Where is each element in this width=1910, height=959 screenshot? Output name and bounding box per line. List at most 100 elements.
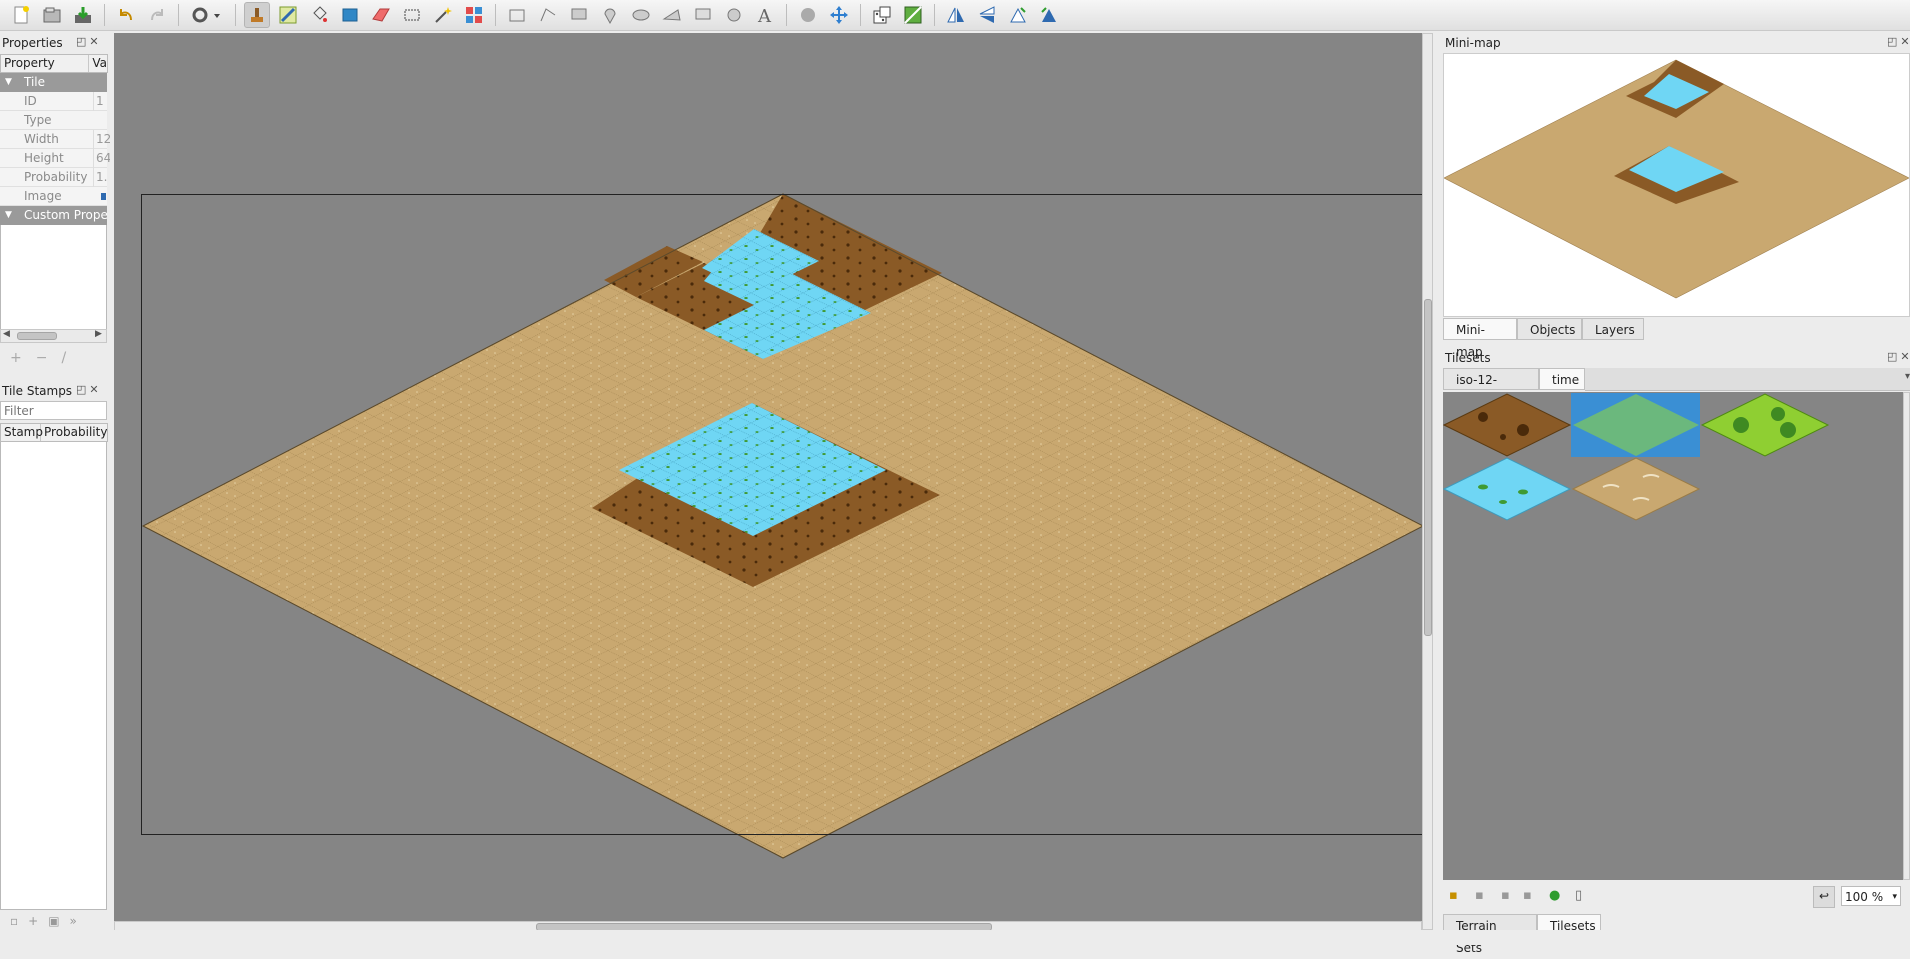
- insert-text-icon[interactable]: A: [752, 2, 778, 28]
- panel-float-close-icon[interactable]: ◰✕: [1887, 350, 1910, 363]
- stamps-list[interactable]: [0, 442, 107, 910]
- new-stamp-icon[interactable]: ▫: [10, 914, 28, 928]
- panel-float-close-icon[interactable]: ◰✕: [76, 383, 102, 396]
- group-tile-label: Tile: [24, 75, 46, 89]
- prop-row-width[interactable]: Width 12: [0, 130, 110, 149]
- group-tile[interactable]: ▼ Tile: [0, 73, 107, 92]
- col-value[interactable]: Va: [89, 55, 107, 72]
- rect-select-icon[interactable]: [399, 2, 425, 28]
- new-tileset-icon[interactable]: ▪: [1449, 888, 1458, 903]
- add-variation-icon[interactable]: +: [28, 914, 48, 928]
- prop-row-probability[interactable]: Probability 1.: [0, 168, 107, 187]
- more-icon[interactable]: »: [70, 914, 87, 928]
- redo-icon[interactable]: [144, 2, 170, 28]
- add-property-icon[interactable]: +: [10, 350, 36, 366]
- col-property[interactable]: Property: [1, 55, 90, 72]
- edit-polygons-icon[interactable]: [535, 2, 561, 28]
- minimap-view[interactable]: [1443, 53, 1910, 317]
- scrollbar-thumb[interactable]: [1424, 299, 1432, 636]
- insert-point-icon[interactable]: [597, 2, 623, 28]
- magic-wand-icon[interactable]: [430, 2, 456, 28]
- tab-time[interactable]: time: [1539, 368, 1585, 390]
- col-stamp[interactable]: Stamp: [1, 424, 43, 441]
- flip-vertical-icon[interactable]: [974, 2, 1000, 28]
- panel-float-close-icon[interactable]: ◰✕: [76, 35, 102, 48]
- prop-key: Image: [24, 189, 62, 203]
- stamps-filter-input[interactable]: [0, 401, 107, 420]
- insert-ellipse-icon[interactable]: [628, 2, 654, 28]
- prop-value[interactable]: 12: [93, 130, 110, 149]
- save-icon[interactable]: [70, 2, 96, 28]
- move-icon[interactable]: [826, 2, 852, 28]
- prop-key: Height: [24, 151, 64, 165]
- stamps-header: Stamp Probability: [0, 423, 108, 442]
- eraser-icon[interactable]: [368, 2, 394, 28]
- insert-rectangle-object-icon[interactable]: [566, 2, 592, 28]
- custom-properties-area[interactable]: [0, 225, 107, 330]
- open-file-icon[interactable]: [39, 2, 65, 28]
- new-file-icon[interactable]: [8, 2, 34, 28]
- tab-bar-filler: ▾: [1585, 368, 1910, 391]
- chevron-down-icon[interactable]: ▾: [1892, 887, 1897, 907]
- col-probability[interactable]: Probability: [41, 424, 107, 441]
- remove-tileset-icon[interactable]: ▯: [1575, 888, 1582, 903]
- minimap-render: [1444, 59, 1909, 299]
- wang-fill-icon[interactable]: [900, 2, 926, 28]
- tilesets-title: Tilesets: [1445, 351, 1491, 365]
- duplicate-stamp-icon[interactable]: ▣: [48, 914, 69, 928]
- remove-property-icon[interactable]: −: [36, 350, 62, 366]
- flip-horizontal-icon[interactable]: [943, 2, 969, 28]
- insert-polygon-icon[interactable]: [659, 2, 685, 28]
- tileset-properties-icon[interactable]: ▪: [1523, 888, 1532, 903]
- bucket-fill-icon[interactable]: [306, 2, 332, 28]
- scroll-left-icon[interactable]: ◀: [3, 329, 10, 339]
- scrollbar-thumb[interactable]: [17, 332, 57, 340]
- tab-minimap[interactable]: Mini-map: [1443, 318, 1517, 359]
- insert-template-icon[interactable]: [721, 2, 747, 28]
- insert-rectangle-icon[interactable]: [504, 2, 530, 28]
- tab-layers[interactable]: Layers: [1582, 318, 1644, 340]
- tile-stamps-title: Tile Stamps: [2, 384, 73, 398]
- insert-tile-icon[interactable]: [690, 2, 716, 28]
- scroll-right-icon[interactable]: ▶: [95, 329, 102, 339]
- collapse-arrow-icon[interactable]: ▼: [5, 206, 12, 225]
- properties-hscrollbar[interactable]: ◀ ▶: [0, 329, 107, 343]
- terrain-brush-icon[interactable]: [275, 2, 301, 28]
- select-same-tile-icon[interactable]: [461, 2, 487, 28]
- tab-objects[interactable]: Objects: [1517, 318, 1582, 340]
- tile-dirt: [1443, 393, 1572, 457]
- undo-icon[interactable]: [113, 2, 139, 28]
- toolbar-separator: [235, 4, 236, 26]
- tileset-vscrollbar[interactable]: [1903, 392, 1910, 880]
- prop-key: Probability: [24, 170, 88, 184]
- select-objects-icon[interactable]: [795, 2, 821, 28]
- rename-property-icon[interactable]: /: [61, 350, 80, 366]
- group-custom-properties[interactable]: ▼ Custom Proper: [0, 206, 107, 225]
- prop-row-height[interactable]: Height 64: [0, 149, 110, 168]
- commands-icon[interactable]: [187, 2, 227, 28]
- zoom-select[interactable]: 100 % ▾: [1841, 886, 1901, 906]
- tab-iso-12-tileset[interactable]: iso-12-tileset: [1443, 368, 1539, 409]
- random-mode-icon[interactable]: [869, 2, 895, 28]
- prop-value[interactable]: 64: [93, 149, 110, 168]
- prop-row-type[interactable]: Type: [0, 111, 107, 130]
- map-vscrollbar[interactable]: [1422, 33, 1433, 930]
- prop-row-image[interactable]: Image: [0, 187, 107, 206]
- prop-value[interactable]: 1.: [93, 168, 110, 187]
- rotate-left-icon[interactable]: [1005, 2, 1031, 28]
- prop-row-id[interactable]: ID 1: [0, 92, 107, 111]
- collapse-arrow-icon[interactable]: ▼: [5, 73, 12, 92]
- prop-value[interactable]: 1: [93, 92, 110, 111]
- dynamic-wrap-icon[interactable]: ↩: [1813, 886, 1835, 908]
- edit-terrain-icon[interactable]: ●: [1549, 888, 1560, 903]
- embed-tileset-icon[interactable]: ▪: [1475, 888, 1484, 903]
- group-custom-label: Custom Proper: [24, 208, 107, 222]
- rotate-right-icon[interactable]: [1036, 2, 1062, 28]
- tab-menu-icon[interactable]: ▾: [1905, 371, 1910, 382]
- stamp-brush-icon[interactable]: [244, 2, 270, 28]
- tileset-view[interactable]: [1443, 392, 1910, 880]
- shape-fill-icon[interactable]: [337, 2, 363, 28]
- export-tileset-icon[interactable]: ▪: [1501, 888, 1510, 903]
- image-file-icon[interactable]: [101, 193, 106, 200]
- panel-float-close-icon[interactable]: ◰✕: [1887, 35, 1910, 48]
